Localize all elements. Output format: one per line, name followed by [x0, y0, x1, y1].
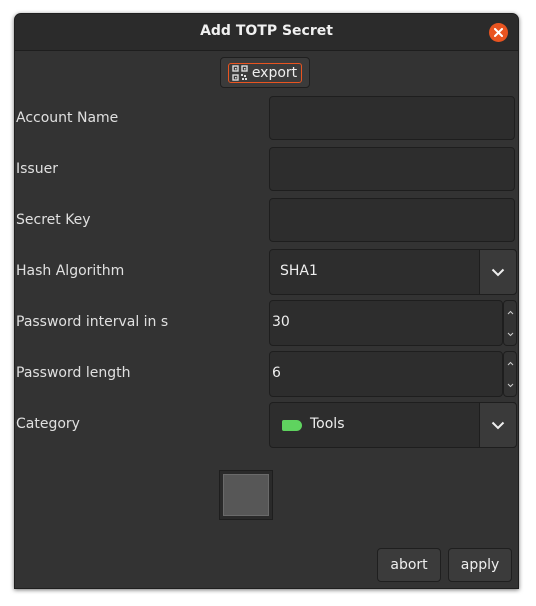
chevron-up-icon [507, 310, 513, 314]
password-length-label: Password length [16, 365, 131, 381]
chevron-down-icon [491, 268, 505, 276]
apply-button[interactable]: apply [448, 548, 512, 582]
hash-algorithm-label: Hash Algorithm [16, 263, 125, 279]
category-value: Tools [310, 416, 345, 432]
password-length-stepper [503, 351, 517, 397]
title-bar: Add TOTP Secret [15, 14, 518, 51]
close-button[interactable] [489, 23, 508, 42]
abort-button[interactable]: abort [377, 548, 441, 582]
secret-key-label: Secret Key [16, 212, 91, 228]
password-interval-decrement[interactable] [504, 323, 516, 345]
account-name-label: Account Name [16, 110, 119, 126]
password-length-field[interactable]: 6 [269, 351, 503, 397]
chevron-down-icon [507, 332, 513, 336]
export-label: export [251, 64, 298, 81]
dialog-title: Add TOTP Secret [200, 23, 333, 39]
qr-code-preview [219, 470, 273, 520]
issuer-field[interactable] [269, 147, 515, 191]
password-interval-increment[interactable] [504, 301, 516, 323]
add-totp-dialog: Add TOTP Secret export Account Name Issu… [14, 13, 519, 589]
hash-algorithm-select[interactable]: SHA1 [269, 249, 517, 295]
password-interval-field[interactable]: 30 [269, 300, 503, 346]
category-label: Category [16, 416, 80, 432]
hash-algorithm-value: SHA1 [280, 263, 318, 279]
password-interval-stepper [503, 300, 517, 346]
chevron-down-icon [491, 421, 505, 429]
account-name-field[interactable] [269, 96, 515, 140]
category-dropdown-button[interactable] [479, 402, 517, 448]
export-button[interactable]: export [220, 57, 310, 88]
hash-algorithm-dropdown-button[interactable] [479, 249, 517, 295]
qr-code-icon [232, 64, 248, 81]
close-icon [494, 28, 503, 37]
password-length-increment[interactable] [504, 352, 516, 374]
password-length-decrement[interactable] [504, 374, 516, 396]
category-select[interactable]: Tools [269, 402, 517, 448]
chevron-up-icon [507, 361, 513, 365]
chevron-down-icon [507, 383, 513, 387]
tag-icon [282, 420, 302, 431]
secret-key-field[interactable] [269, 198, 515, 242]
qr-code-image [223, 474, 269, 516]
issuer-label: Issuer [16, 161, 58, 177]
password-interval-label: Password interval in s [16, 314, 169, 330]
